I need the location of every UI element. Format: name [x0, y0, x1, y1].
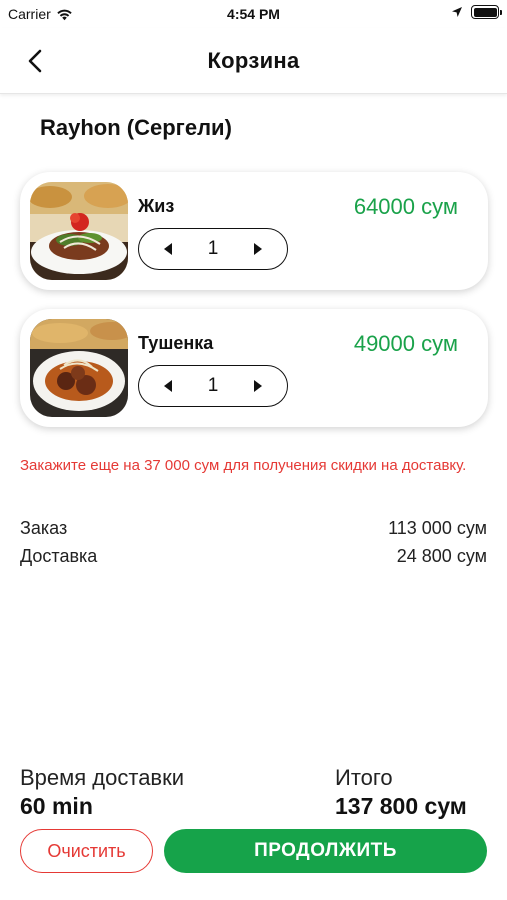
nav-bar: Корзина [0, 28, 507, 94]
item-name: Жиз [138, 196, 175, 216]
item-price: 64000 сум [353, 194, 458, 219]
item-name: Тушенка [138, 333, 214, 353]
quantity-value: 1 [207, 375, 219, 396]
page-title: Корзина [207, 48, 300, 73]
total-value: 137 800 сум [335, 793, 467, 819]
total-block: Итого 137 800 сум [335, 765, 467, 820]
discount-note: Закажите еще на 37 000 сум для получения… [20, 457, 467, 474]
quantity-stepper: 1 [138, 228, 288, 270]
increase-button[interactable] [247, 375, 269, 397]
caret-right-icon [253, 243, 262, 255]
dish-image [30, 182, 128, 280]
delivery-time-value: 60 min [20, 793, 93, 819]
status-right [451, 5, 502, 19]
restaurant-name: Rayhon (Сергели) [40, 115, 232, 140]
delivery-time-label: Время доставки [20, 765, 185, 790]
delivery-label: Доставка [20, 546, 98, 566]
status-time: 4:54 PM [227, 6, 280, 22]
order-label: Заказ [20, 518, 68, 538]
order-value: 113 000 сум [388, 518, 487, 538]
quantity-stepper: 1 [138, 365, 288, 407]
location-arrow-icon [452, 7, 462, 17]
caret-left-icon [164, 243, 172, 255]
cart-item: Жиз 64000 сум 1 [20, 172, 488, 290]
item-price: 49000 сум [353, 331, 458, 356]
caret-right-icon [253, 380, 262, 392]
delivery-summary-row: Доставка 24 800 сум [20, 546, 487, 567]
total-label: Итого [335, 765, 393, 790]
delivery-value: 24 800 сум [396, 546, 487, 566]
dish-image [30, 319, 128, 417]
caret-left-icon [164, 380, 172, 392]
decrease-button[interactable] [157, 375, 179, 397]
clear-button[interactable]: Очистить [20, 829, 153, 873]
decrease-button[interactable] [157, 238, 179, 260]
cart-item: Тушенка 49000 сум 1 [20, 309, 488, 427]
quantity-value: 1 [207, 238, 219, 259]
continue-button[interactable]: ПРОДОЛЖИТЬ [164, 829, 487, 873]
order-summary-row: Заказ 113 000 сум [20, 518, 487, 539]
battery-icon [471, 5, 502, 19]
increase-button[interactable] [247, 238, 269, 260]
delivery-time-block: Время доставки 60 min [20, 765, 184, 820]
status-bar: Carrier 4:54 PM [0, 0, 507, 28]
